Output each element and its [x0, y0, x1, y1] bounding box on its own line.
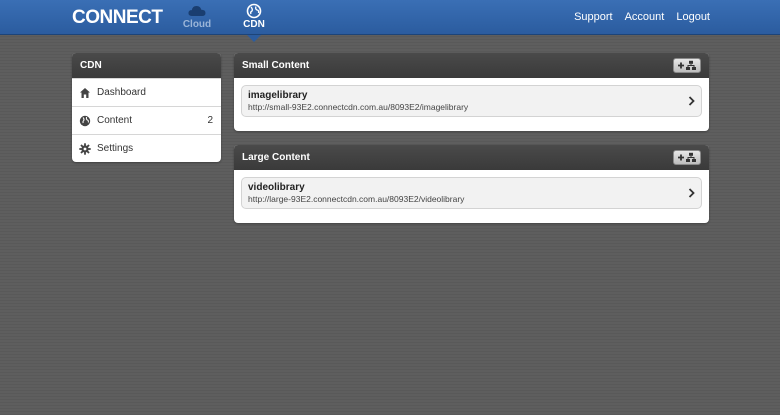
cloud-icon [188, 6, 206, 16]
account-link[interactable]: Account [625, 11, 665, 23]
chevron-right-icon [688, 188, 695, 198]
sidebar-item-settings[interactable]: Settings [72, 134, 221, 162]
content-item-name: imagelibrary [248, 90, 308, 101]
large-content-panel: Large Content videolibrary http://large-… [234, 145, 709, 223]
tab-cloud[interactable]: Cloud [177, 3, 217, 30]
add-content-button[interactable] [673, 58, 701, 73]
panel-title: Small Content [242, 60, 310, 71]
content-count-badge: 2 [207, 115, 213, 126]
add-network-icon [678, 152, 696, 162]
add-network-icon [678, 60, 696, 70]
panel-header: Small Content [234, 53, 709, 78]
globe-icon [79, 115, 91, 126]
content-item-imagelibrary[interactable]: imagelibrary http://small-93E2.connectcd… [241, 85, 702, 117]
sidebar-item-label: Content [97, 115, 133, 126]
sidebar-item-label: Dashboard [97, 87, 146, 98]
sidebar-item-dashboard[interactable]: Dashboard [72, 78, 221, 106]
sidebar-item-label: Settings [97, 143, 134, 154]
home-icon [80, 87, 90, 98]
small-content-panel: Small Content imagelibrary http://small-… [234, 53, 709, 131]
panel-body: videolibrary http://large-93E2.connectcd… [234, 170, 709, 216]
add-content-button[interactable] [673, 150, 701, 165]
chevron-right-icon [688, 96, 695, 106]
sidebar-item-content[interactable]: Content 2 [72, 106, 221, 134]
connect-logo[interactable]: CONNECT [72, 7, 163, 29]
content-item-url: http://small-93E2.connectcdn.com.au/8093… [248, 102, 469, 112]
tab-cloud-label: Cloud [182, 19, 212, 30]
top-bar: CONNECT Cloud CDN Support Account Logout [0, 0, 780, 35]
content-item-url: http://large-93E2.connectcdn.com.au/8093… [248, 194, 465, 204]
logout-link[interactable]: Logout [676, 11, 710, 23]
globe-icon [246, 3, 262, 19]
content-item-videolibrary[interactable]: videolibrary http://large-93E2.connectcd… [241, 177, 702, 209]
content-item-name: videolibrary [248, 182, 305, 193]
active-tab-pointer [247, 35, 261, 42]
top-links: Support Account Logout [574, 11, 710, 23]
sidebar: CDN Dashboard Content 2 Settings [72, 53, 221, 162]
tab-cdn-label: CDN [243, 19, 265, 30]
panel-title: Large Content [242, 152, 310, 163]
panel-header: Large Content [234, 145, 709, 170]
sidebar-title: CDN [72, 53, 221, 78]
gear-icon [79, 142, 91, 155]
panel-body: imagelibrary http://small-93E2.connectcd… [234, 78, 709, 124]
support-link[interactable]: Support [574, 11, 613, 23]
tab-cdn[interactable]: CDN [234, 3, 274, 30]
